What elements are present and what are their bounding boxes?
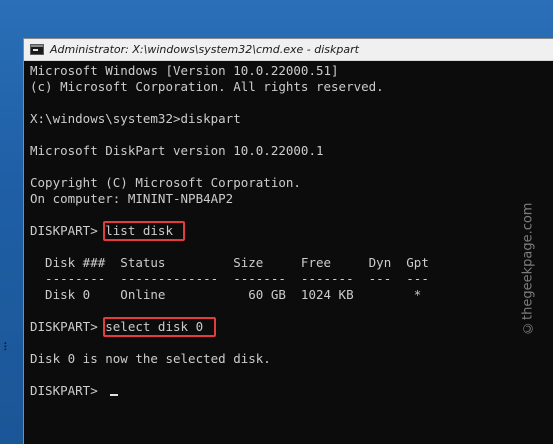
text-cursor bbox=[110, 394, 118, 396]
console-line: Disk 0 is now the selected disk. bbox=[30, 351, 271, 366]
desktop-edge-glyph: ⠇ bbox=[3, 341, 12, 354]
console-line: X:\windows\system32>diskpart bbox=[30, 111, 241, 126]
title-bar[interactable]: Administrator: X:\windows\system32\cmd.e… bbox=[24, 39, 553, 61]
select-disk-highlight bbox=[103, 317, 216, 337]
console-output[interactable]: Microsoft Windows [Version 10.0.22000.51… bbox=[30, 63, 530, 444]
cmd-window[interactable]: Administrator: X:\windows\system32\cmd.e… bbox=[23, 38, 553, 444]
vertical-scrollbar[interactable] bbox=[546, 61, 553, 444]
console-line: Microsoft Windows [Version 10.0.22000.51… bbox=[30, 63, 339, 78]
prompt-line[interactable]: DISKPART> bbox=[30, 383, 105, 399]
watermark: ©thegeekpage.com bbox=[520, 202, 536, 335]
cmd-icon bbox=[30, 44, 44, 55]
console-line: (c) Microsoft Corporation. All rights re… bbox=[30, 79, 384, 94]
console-line: Copyright (C) Microsoft Corporation. bbox=[30, 175, 301, 190]
window-title: Administrator: X:\windows\system32\cmd.e… bbox=[50, 43, 359, 56]
table-row: Disk 0 Online 60 GB 1024 KB * bbox=[30, 287, 422, 302]
table-header-row: Disk ### Status Size Free Dyn Gpt bbox=[30, 255, 429, 270]
list-disk-highlight bbox=[103, 221, 185, 241]
console-line: On computer: MININT-NPB4AP2 bbox=[30, 191, 234, 206]
table-divider-row: -------- ------------- ------- ------- -… bbox=[30, 271, 429, 286]
console-line: Microsoft DiskPart version 10.0.22000.1 bbox=[30, 143, 324, 158]
